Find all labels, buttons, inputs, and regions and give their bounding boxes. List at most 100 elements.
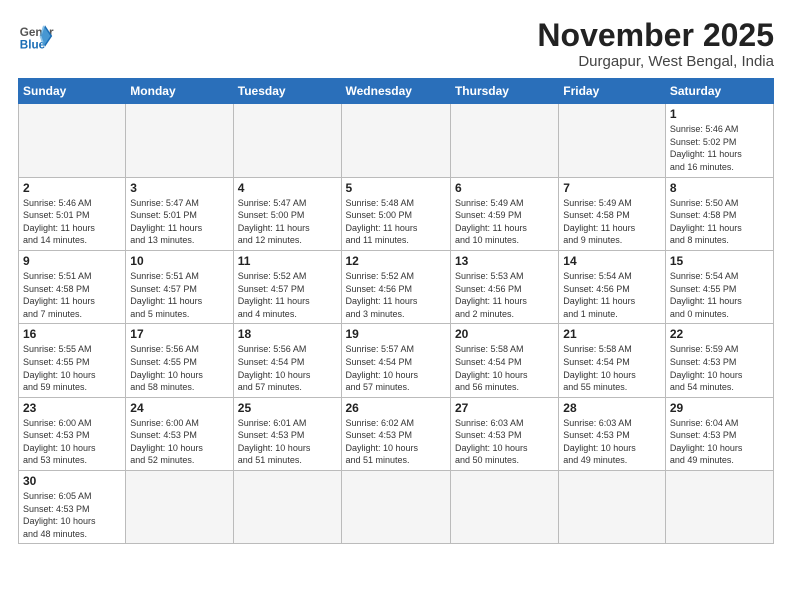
calendar-title: November 2025 [537,18,774,53]
calendar-cell: 9 Sunrise: 5:51 AM Sunset: 4:58 PM Daylig… [19,250,126,323]
day-number: 11 [238,254,337,268]
calendar-cell: 12 Sunrise: 5:52 AM Sunset: 4:56 PM Dayli… [341,250,450,323]
calendar-cell: 6 Sunrise: 5:49 AM Sunset: 4:59 PM Daylig… [450,177,558,250]
calendar-cell [559,104,666,177]
weekday-header-tuesday: Tuesday [233,79,341,104]
calendar-cell [559,471,666,544]
weekday-header-monday: Monday [126,79,233,104]
calendar-cell [665,471,773,544]
weekday-header-thursday: Thursday [450,79,558,104]
calendar-cell: 24 Sunrise: 6:00 AM Sunset: 4:53 PM Dayli… [126,397,233,470]
day-info: Sunrise: 5:47 AM Sunset: 5:00 PM Dayligh… [238,197,337,247]
day-number: 12 [346,254,446,268]
calendar-cell: 3 Sunrise: 5:47 AM Sunset: 5:01 PM Daylig… [126,177,233,250]
day-info: Sunrise: 6:05 AM Sunset: 4:53 PM Dayligh… [23,490,121,540]
day-number: 10 [130,254,228,268]
day-info: Sunrise: 5:51 AM Sunset: 4:58 PM Dayligh… [23,270,121,320]
calendar-cell [341,471,450,544]
calendar-cell: 30 Sunrise: 6:05 AM Sunset: 4:53 PM Dayli… [19,471,126,544]
day-number: 20 [455,327,554,341]
day-number: 30 [23,474,121,488]
day-number: 24 [130,401,228,415]
calendar-cell [233,471,341,544]
weekday-header-saturday: Saturday [665,79,773,104]
day-number: 21 [563,327,661,341]
weekday-header-friday: Friday [559,79,666,104]
day-info: Sunrise: 5:52 AM Sunset: 4:57 PM Dayligh… [238,270,337,320]
day-info: Sunrise: 6:03 AM Sunset: 4:53 PM Dayligh… [563,417,661,467]
day-info: Sunrise: 5:56 AM Sunset: 4:54 PM Dayligh… [238,343,337,393]
day-number: 22 [670,327,769,341]
calendar-cell: 23 Sunrise: 6:00 AM Sunset: 4:53 PM Dayli… [19,397,126,470]
day-number: 3 [130,181,228,195]
day-number: 8 [670,181,769,195]
calendar-cell: 4 Sunrise: 5:47 AM Sunset: 5:00 PM Daylig… [233,177,341,250]
week-row-5: 30 Sunrise: 6:05 AM Sunset: 4:53 PM Dayli… [19,471,774,544]
day-info: Sunrise: 5:59 AM Sunset: 4:53 PM Dayligh… [670,343,769,393]
logo: General Blue [18,18,54,54]
day-info: Sunrise: 6:04 AM Sunset: 4:53 PM Dayligh… [670,417,769,467]
day-number: 2 [23,181,121,195]
day-info: Sunrise: 6:01 AM Sunset: 4:53 PM Dayligh… [238,417,337,467]
day-info: Sunrise: 6:00 AM Sunset: 4:53 PM Dayligh… [130,417,228,467]
day-number: 23 [23,401,121,415]
weekday-header-wednesday: Wednesday [341,79,450,104]
day-info: Sunrise: 5:51 AM Sunset: 4:57 PM Dayligh… [130,270,228,320]
calendar-cell: 16Sunrise: 5:55 AM Sunset: 4:55 PM Dayli… [19,324,126,397]
day-info: Sunrise: 5:47 AM Sunset: 5:01 PM Dayligh… [130,197,228,247]
calendar-cell: 19Sunrise: 5:57 AM Sunset: 4:54 PM Dayli… [341,324,450,397]
day-info: Sunrise: 6:00 AM Sunset: 4:53 PM Dayligh… [23,417,121,467]
calendar-cell: 1Sunrise: 5:46 AM Sunset: 5:02 PM Daylig… [665,104,773,177]
week-row-4: 23 Sunrise: 6:00 AM Sunset: 4:53 PM Dayli… [19,397,774,470]
day-info: Sunrise: 5:48 AM Sunset: 5:00 PM Dayligh… [346,197,446,247]
week-row-1: 2Sunrise: 5:46 AM Sunset: 5:01 PM Daylig… [19,177,774,250]
calendar-cell [126,104,233,177]
calendar-cell: 18 Sunrise: 5:56 AM Sunset: 4:54 PM Dayli… [233,324,341,397]
day-info: Sunrise: 5:58 AM Sunset: 4:54 PM Dayligh… [455,343,554,393]
calendar-cell [19,104,126,177]
calendar-subtitle: Durgapur, West Bengal, India [537,53,774,70]
weekday-header-row: SundayMondayTuesdayWednesdayThursdayFrid… [19,79,774,104]
calendar-cell: 11 Sunrise: 5:52 AM Sunset: 4:57 PM Dayli… [233,250,341,323]
calendar-cell: 29 Sunrise: 6:04 AM Sunset: 4:53 PM Dayli… [665,397,773,470]
day-info: Sunrise: 5:52 AM Sunset: 4:56 PM Dayligh… [346,270,446,320]
day-info: Sunrise: 5:50 AM Sunset: 4:58 PM Dayligh… [670,197,769,247]
day-info: Sunrise: 5:57 AM Sunset: 4:54 PM Dayligh… [346,343,446,393]
day-number: 28 [563,401,661,415]
day-number: 7 [563,181,661,195]
day-number: 13 [455,254,554,268]
calendar-cell [233,104,341,177]
calendar-cell [450,104,558,177]
day-number: 18 [238,327,337,341]
day-number: 17 [130,327,228,341]
calendar-cell: 13 Sunrise: 5:53 AM Sunset: 4:56 PM Dayli… [450,250,558,323]
day-number: 4 [238,181,337,195]
day-number: 5 [346,181,446,195]
calendar-cell: 15Sunrise: 5:54 AM Sunset: 4:55 PM Dayli… [665,250,773,323]
calendar-cell: 27Sunrise: 6:03 AM Sunset: 4:53 PM Dayli… [450,397,558,470]
calendar-cell: 20 Sunrise: 5:58 AM Sunset: 4:54 PM Dayli… [450,324,558,397]
day-number: 6 [455,181,554,195]
calendar-cell: 2Sunrise: 5:46 AM Sunset: 5:01 PM Daylig… [19,177,126,250]
calendar-cell: 17 Sunrise: 5:56 AM Sunset: 4:55 PM Dayli… [126,324,233,397]
day-info: Sunrise: 5:58 AM Sunset: 4:54 PM Dayligh… [563,343,661,393]
calendar-cell: 5 Sunrise: 5:48 AM Sunset: 5:00 PM Daylig… [341,177,450,250]
day-info: Sunrise: 5:53 AM Sunset: 4:56 PM Dayligh… [455,270,554,320]
day-info: Sunrise: 5:56 AM Sunset: 4:55 PM Dayligh… [130,343,228,393]
calendar-cell: 21 Sunrise: 5:58 AM Sunset: 4:54 PM Dayli… [559,324,666,397]
calendar-cell: 28 Sunrise: 6:03 AM Sunset: 4:53 PM Dayli… [559,397,666,470]
day-number: 9 [23,254,121,268]
day-info: Sunrise: 5:49 AM Sunset: 4:59 PM Dayligh… [455,197,554,247]
day-number: 14 [563,254,661,268]
calendar-table: SundayMondayTuesdayWednesdayThursdayFrid… [18,78,774,544]
day-number: 25 [238,401,337,415]
week-row-3: 16Sunrise: 5:55 AM Sunset: 4:55 PM Dayli… [19,324,774,397]
calendar-cell [450,471,558,544]
day-number: 27 [455,401,554,415]
calendar-cell: 7Sunrise: 5:49 AM Sunset: 4:58 PM Daylig… [559,177,666,250]
week-row-2: 9 Sunrise: 5:51 AM Sunset: 4:58 PM Daylig… [19,250,774,323]
week-row-0: 1Sunrise: 5:46 AM Sunset: 5:02 PM Daylig… [19,104,774,177]
day-number: 29 [670,401,769,415]
day-number: 26 [346,401,446,415]
day-number: 1 [670,107,769,121]
